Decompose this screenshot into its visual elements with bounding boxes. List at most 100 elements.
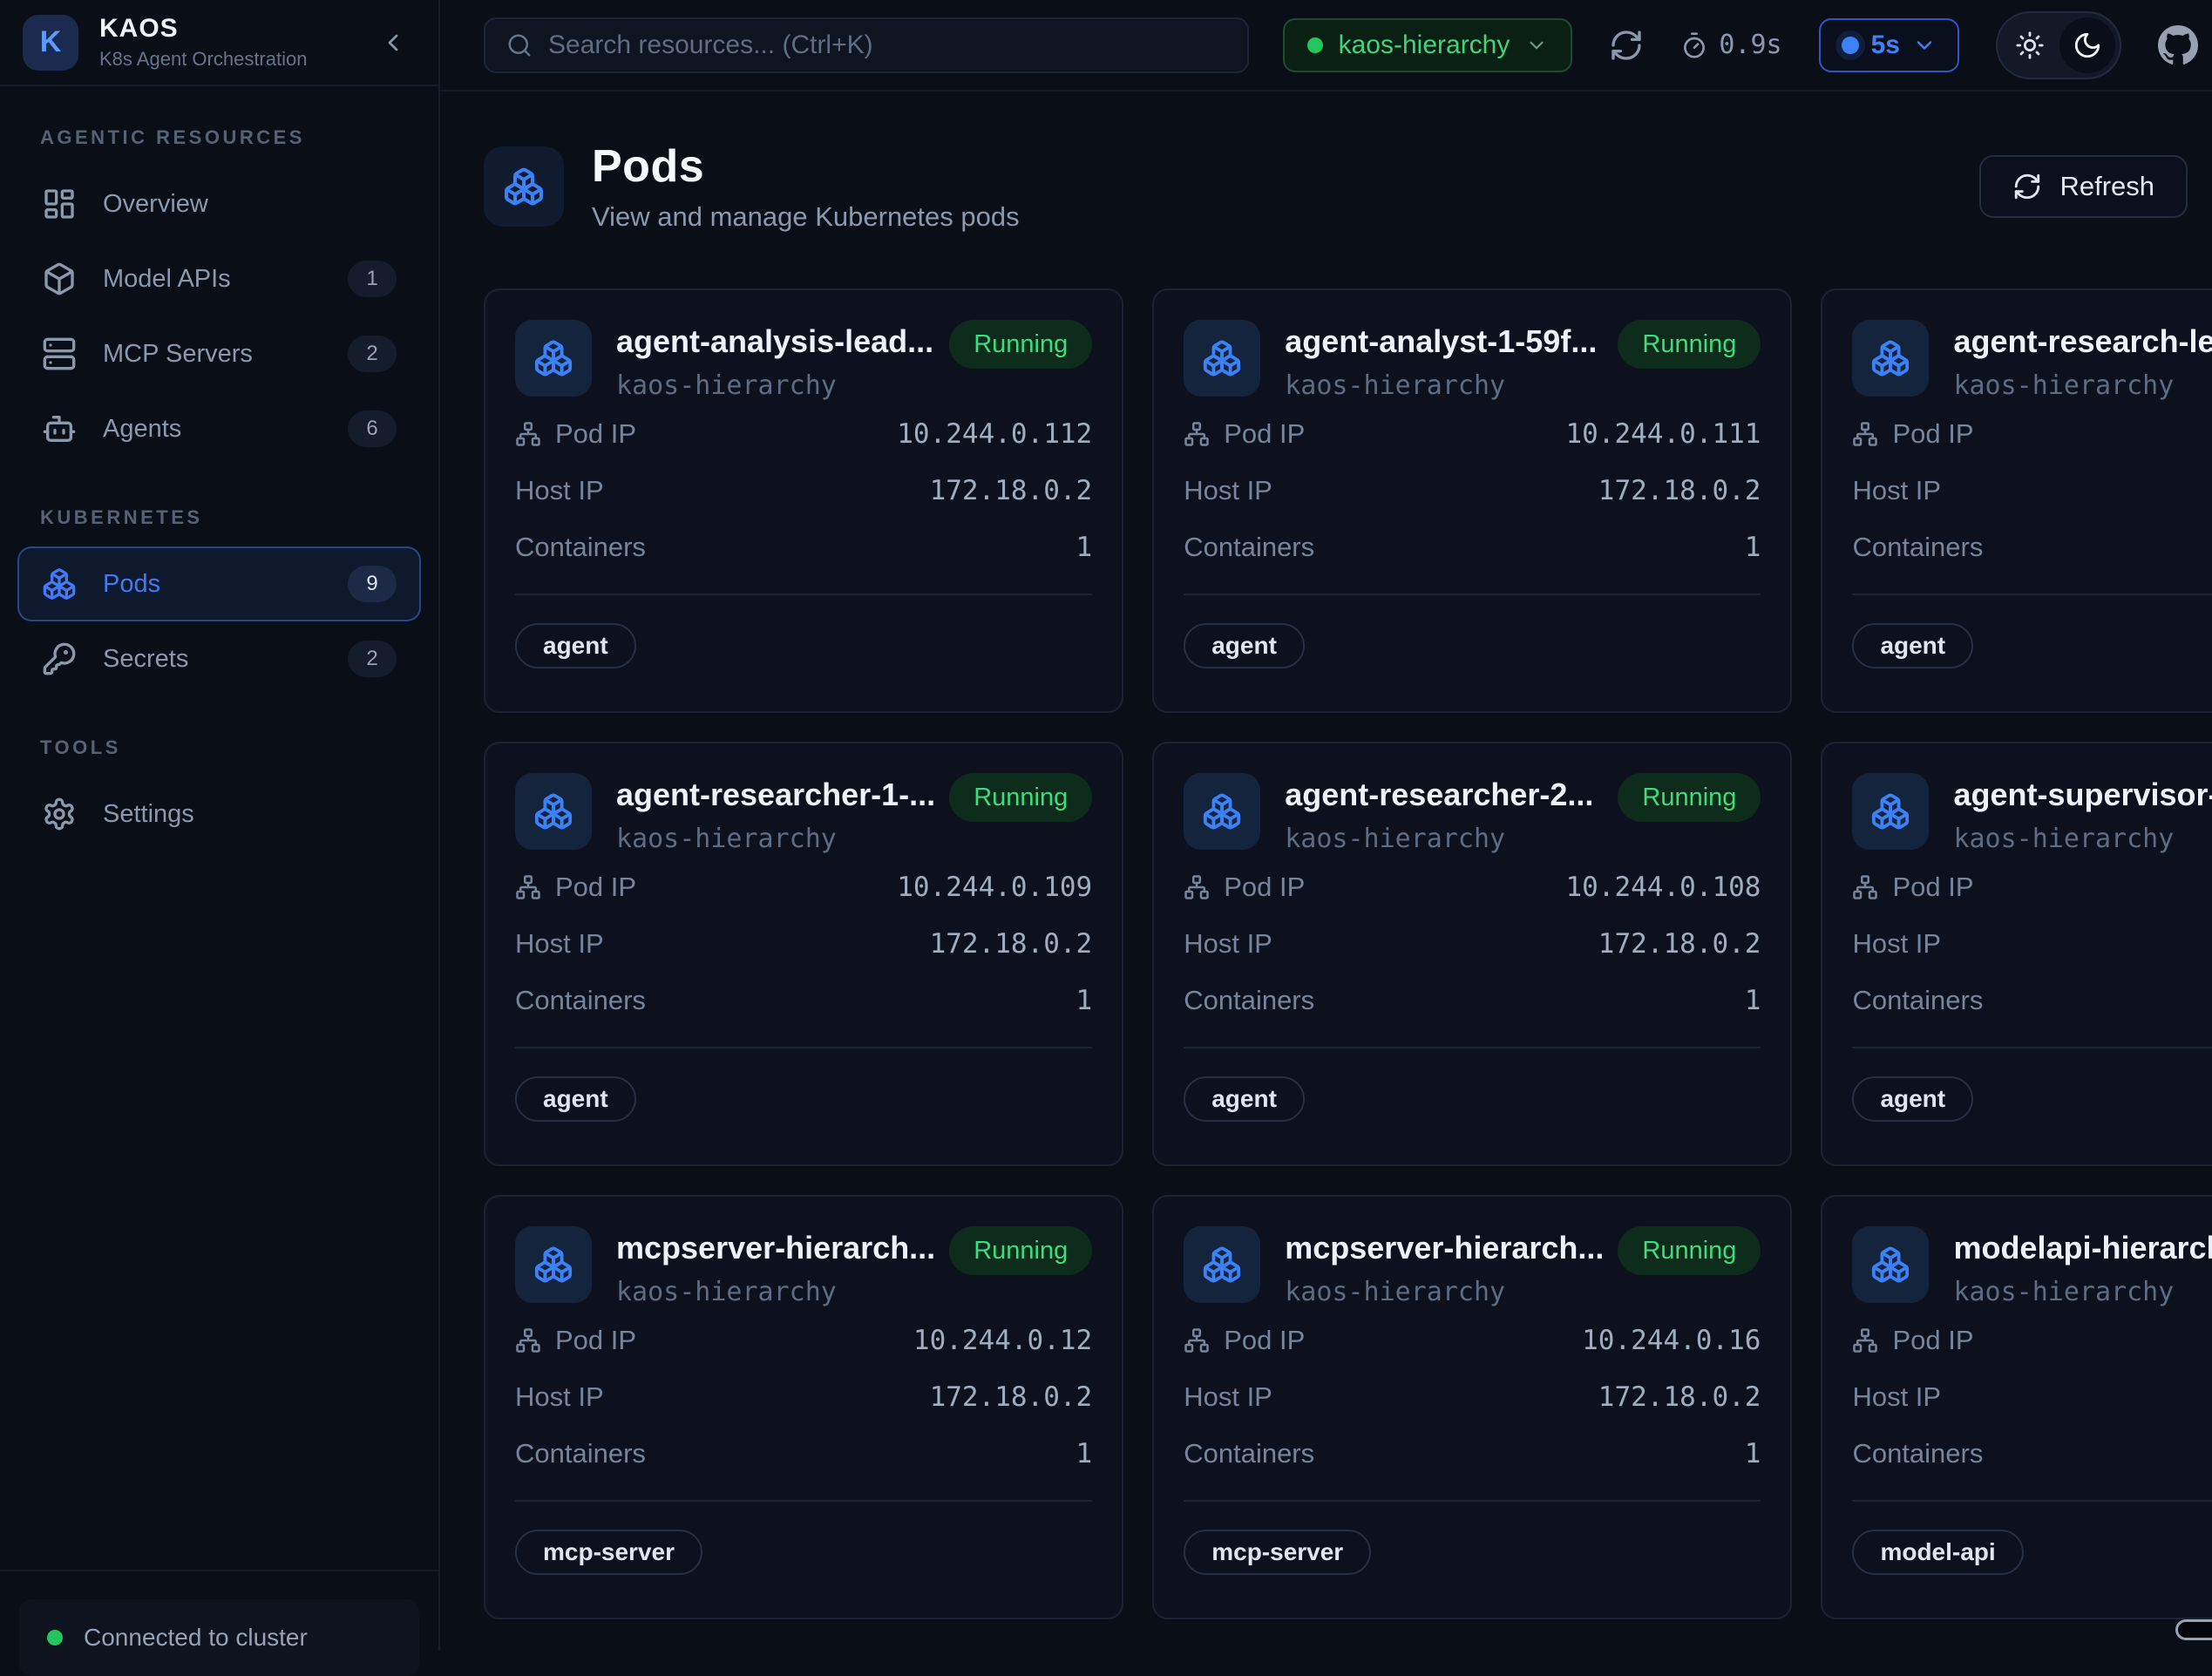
pod-icon-tile	[1852, 1226, 1929, 1303]
containers-label-text: Containers	[1852, 1438, 1983, 1469]
pod-card[interactable]: agent-analysis-lead... kaos-hierarchy Ru…	[484, 288, 1123, 713]
containers-label: Containers	[1184, 985, 1314, 1016]
host-ip-label-text: Host IP	[515, 1381, 604, 1413]
container-tag: agent	[1852, 1076, 1973, 1122]
pods-grid: agent-analysis-lead... kaos-hierarchy Ru…	[484, 288, 2188, 1619]
sidebar-item-model-apis[interactable]: Model APIs 1	[17, 241, 421, 316]
containers-label-text: Containers	[1184, 1438, 1314, 1469]
sun-icon	[2015, 31, 2045, 60]
host-ip-label-text: Host IP	[1852, 1381, 1941, 1413]
card-divider	[1184, 1500, 1761, 1502]
pod-name: agent-researcher-1-...	[616, 773, 935, 813]
host-ip-label: Host IP	[515, 1381, 604, 1413]
host-ip-label: Host IP	[1852, 928, 1941, 960]
pod-tags: agent	[515, 623, 1092, 668]
sidebar-item-secrets[interactable]: Secrets 2	[17, 621, 421, 696]
pod-card[interactable]: agent-analyst-1-59f... kaos-hierarchy Ru…	[1152, 288, 1792, 713]
scrollbar-thumb[interactable]	[2175, 1619, 2212, 1640]
sidebar-item-label: Overview	[103, 190, 208, 219]
host-ip-value: 172.18.0.2	[930, 475, 1093, 506]
pod-ip-value: 10.244.0.12	[913, 1325, 1092, 1356]
pod-name: modelapi-hierarchy...	[1953, 1226, 2212, 1266]
network-icon	[1184, 874, 1210, 900]
pod-card-titles: modelapi-hierarchy... kaos-hierarchy	[1953, 1226, 2212, 1307]
pod-card-header: agent-researcher-2... kaos-hierarchy Run…	[1184, 773, 1761, 854]
sidebar-footer: Connected to cluster	[0, 1570, 438, 1651]
pod-details: Pod IP 10.244.0.112 Host IP 172.18.0.2 C…	[515, 418, 1092, 588]
section-label-kubernetes: KUBERNETES	[17, 506, 421, 529]
refresh-icon-button[interactable]	[1609, 28, 1644, 63]
pod-ip-row: Pod IP 10.244.0.154	[1852, 1325, 2212, 1356]
card-divider	[1184, 1047, 1761, 1048]
sidebar-item-pods[interactable]: Pods 9	[17, 546, 421, 621]
pod-icon-tile	[1184, 773, 1260, 850]
sidebar-collapse-button[interactable]	[374, 24, 412, 62]
sidebar-item-label: Settings	[103, 800, 194, 829]
pod-ip-label: Pod IP	[1852, 418, 1973, 450]
pod-icon-tile	[515, 1226, 592, 1303]
pod-card-titles: agent-analyst-1-59f... kaos-hierarchy	[1285, 320, 1604, 401]
sidebar-item-label: MCP Servers	[103, 340, 253, 369]
refresh-button[interactable]: Refresh	[1979, 155, 2188, 218]
gear-icon	[42, 797, 77, 831]
pod-card[interactable]: agent-research-lea... kaos-hierarchy Run…	[1821, 288, 2212, 713]
light-theme-button[interactable]	[2002, 17, 2058, 73]
pod-ip-label: Pod IP	[515, 872, 636, 903]
network-icon	[515, 421, 541, 447]
sidebar-item-settings[interactable]: Settings	[17, 777, 421, 852]
pod-details: Pod IP 10.244.0.110 Host IP 172.18.0.2 C…	[1852, 418, 2212, 588]
card-divider	[515, 594, 1092, 595]
github-link[interactable]	[2158, 25, 2198, 65]
pod-card[interactable]: mcpserver-hierarch... kaos-hierarchy Run…	[484, 1195, 1123, 1619]
network-icon	[1852, 1327, 1878, 1354]
containers-label: Containers	[515, 985, 646, 1016]
pod-card[interactable]: modelapi-hierarchy... kaos-hierarchy Run…	[1821, 1195, 2212, 1619]
sidebar-item-overview[interactable]: Overview	[17, 166, 421, 241]
pod-card-header: agent-analysis-lead... kaos-hierarchy Ru…	[515, 320, 1092, 401]
search-input[interactable]	[548, 31, 1226, 60]
app-tagline: K8s Agent Orchestration	[99, 48, 307, 71]
pod-ip-label-text: Pod IP	[555, 1325, 636, 1356]
namespace-status-dot-icon	[1307, 37, 1323, 53]
pod-card[interactable]: agent-researcher-1-... kaos-hierarchy Ru…	[484, 742, 1123, 1166]
host-ip-value: 172.18.0.2	[930, 1381, 1093, 1413]
pod-details: Pod IP 10.244.0.108 Host IP 172.18.0.2 C…	[1184, 872, 1761, 1042]
pod-ip-label-text: Pod IP	[1892, 418, 1973, 450]
refresh-interval-selector[interactable]: 5s	[1819, 18, 1959, 72]
pod-card-header: agent-research-lea... kaos-hierarchy Run…	[1852, 320, 2212, 401]
chevron-left-icon	[379, 29, 407, 57]
sidebar-header: K KAOS K8s Agent Orchestration	[0, 0, 438, 86]
pod-namespace: kaos-hierarchy	[616, 1277, 935, 1307]
pod-ip-value: 10.244.0.112	[897, 418, 1092, 450]
containers-row: Containers 1	[1852, 985, 2212, 1016]
pod-card[interactable]: agent-supervisor-7... kaos-hierarchy Run…	[1821, 742, 2212, 1166]
containers-label: Containers	[515, 1438, 646, 1469]
pod-ip-label-text: Pod IP	[555, 872, 636, 903]
containers-value: 1	[1745, 985, 1761, 1016]
pod-ip-label-text: Pod IP	[1892, 872, 1973, 903]
containers-label-text: Containers	[515, 532, 646, 563]
pod-card[interactable]: mcpserver-hierarch... kaos-hierarchy Run…	[1152, 1195, 1792, 1619]
pod-card[interactable]: agent-researcher-2... kaos-hierarchy Run…	[1152, 742, 1792, 1166]
pod-namespace: kaos-hierarchy	[1953, 1277, 2212, 1307]
pod-namespace: kaos-hierarchy	[1285, 370, 1604, 401]
cluster-status: Connected to cluster	[19, 1599, 419, 1676]
host-ip-label: Host IP	[1852, 475, 1941, 506]
namespace-selector[interactable]: kaos-hierarchy	[1283, 18, 1573, 72]
sidebar-item-agents[interactable]: Agents 6	[17, 391, 421, 466]
host-ip-row: Host IP 172.18.0.2	[515, 475, 1092, 506]
dark-theme-button[interactable]	[2059, 17, 2115, 73]
topbar: kaos-hierarchy 0.9s 5s	[440, 0, 2212, 92]
containers-value: 1	[1076, 985, 1093, 1016]
sidebar-item-mcp-servers[interactable]: MCP Servers 2	[17, 316, 421, 391]
container-tag: agent	[515, 623, 636, 668]
pods-boxes-icon	[1202, 1245, 1242, 1285]
refresh-icon	[2012, 172, 2042, 201]
pods-boxes-icon	[533, 791, 573, 831]
layout-dashboard-icon	[42, 187, 77, 221]
pod-card-titles: agent-researcher-2... kaos-hierarchy	[1285, 773, 1604, 854]
containers-label: Containers	[1184, 1438, 1314, 1469]
containers-label-text: Containers	[1852, 985, 1983, 1016]
pod-ip-label-text: Pod IP	[1224, 1325, 1305, 1356]
pods-boxes-icon	[533, 1245, 573, 1285]
